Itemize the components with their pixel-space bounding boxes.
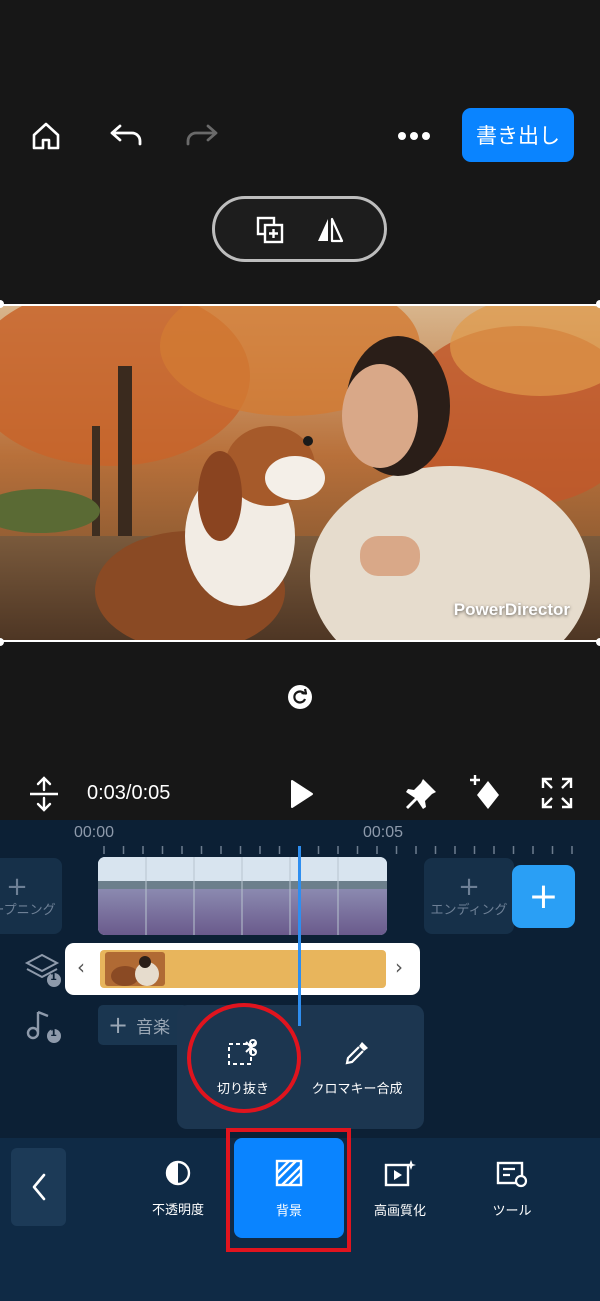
enhance-icon (384, 1159, 416, 1186)
plus-icon: + (108, 1011, 129, 1039)
eyedropper-icon (345, 1041, 368, 1064)
highlight-circle (187, 1003, 301, 1113)
opacity-icon (165, 1160, 191, 1185)
pin-icon[interactable] (402, 774, 440, 814)
music-count-badge: 1 (50, 1028, 57, 1039)
keyframe-icon[interactable] (466, 772, 506, 814)
chroma-key-option[interactable]: クロマキー合成 (297, 1005, 417, 1129)
video-clip[interactable] (98, 857, 387, 935)
more-icon[interactable] (394, 120, 434, 152)
split-height-icon[interactable] (26, 774, 62, 814)
tools-tool[interactable]: ツール (458, 1138, 566, 1238)
tool-pill (212, 196, 387, 262)
play-icon[interactable] (284, 776, 318, 812)
enhance-label: 高画質化 (373, 1203, 426, 1219)
preview-image (0, 306, 600, 640)
plus-icon: + (458, 871, 480, 902)
add-music-button[interactable]: + 音楽 (98, 1005, 188, 1045)
redo-icon[interactable] (182, 118, 222, 154)
enhance-tool[interactable]: 高画質化 (346, 1138, 454, 1238)
undo-icon[interactable] (106, 118, 146, 154)
add-media-button[interactable]: + (512, 865, 575, 928)
watermark: PowerDirector (453, 600, 570, 619)
opacity-label: 不透明度 (151, 1202, 204, 1218)
selection-handle[interactable] (596, 300, 600, 308)
overlay-count-badge: 1 (50, 972, 57, 983)
add-ending-button[interactable]: + エンディング (424, 858, 514, 934)
overlay-clip[interactable]: ‹ › (65, 943, 420, 995)
overlay-clip-bar (100, 950, 386, 988)
highlight-rectangle (226, 1128, 351, 1252)
fullscreen-icon[interactable] (538, 774, 576, 812)
chevron-left-icon[interactable]: ‹ (77, 955, 85, 979)
selection-handle[interactable] (596, 638, 600, 646)
plus-icon: + (6, 871, 28, 902)
chroma-key-label: クロマキー合成 (311, 1081, 403, 1097)
timecode: 0:03/0:05 (87, 782, 171, 804)
video-preview[interactable]: PowerDirector (0, 304, 600, 642)
ending-label: エンディング (430, 902, 508, 918)
duplicate-icon[interactable] (253, 213, 287, 247)
chevron-right-icon[interactable]: › (395, 955, 403, 979)
playback-controls: 0:03/0:05 (0, 760, 600, 820)
playhead[interactable] (298, 846, 301, 1026)
chevron-left-icon (32, 1173, 45, 1201)
tools-label: ツール (492, 1203, 532, 1219)
home-icon[interactable] (28, 118, 64, 154)
add-opening-button[interactable]: + オープニング (0, 858, 62, 934)
top-bar: 書き出し (0, 0, 600, 300)
rotate-icon[interactable] (287, 684, 313, 710)
overlay-thumbnail (105, 952, 165, 986)
opening-label: オープニング (0, 902, 56, 918)
flip-icon[interactable] (313, 213, 347, 247)
clip-thumbnails (98, 857, 387, 935)
opacity-tool[interactable]: 不透明度 (124, 1138, 232, 1238)
ruler-label-end: 00:05 (363, 824, 404, 841)
back-button[interactable] (11, 1148, 66, 1226)
music-label: 音楽 (136, 1017, 171, 1038)
tools-icon (496, 1161, 528, 1187)
ruler-label-start: 00:00 (74, 824, 115, 841)
export-button[interactable]: 書き出し (462, 108, 574, 162)
selection-handle[interactable] (0, 638, 4, 646)
ruler-ticks (103, 846, 573, 854)
